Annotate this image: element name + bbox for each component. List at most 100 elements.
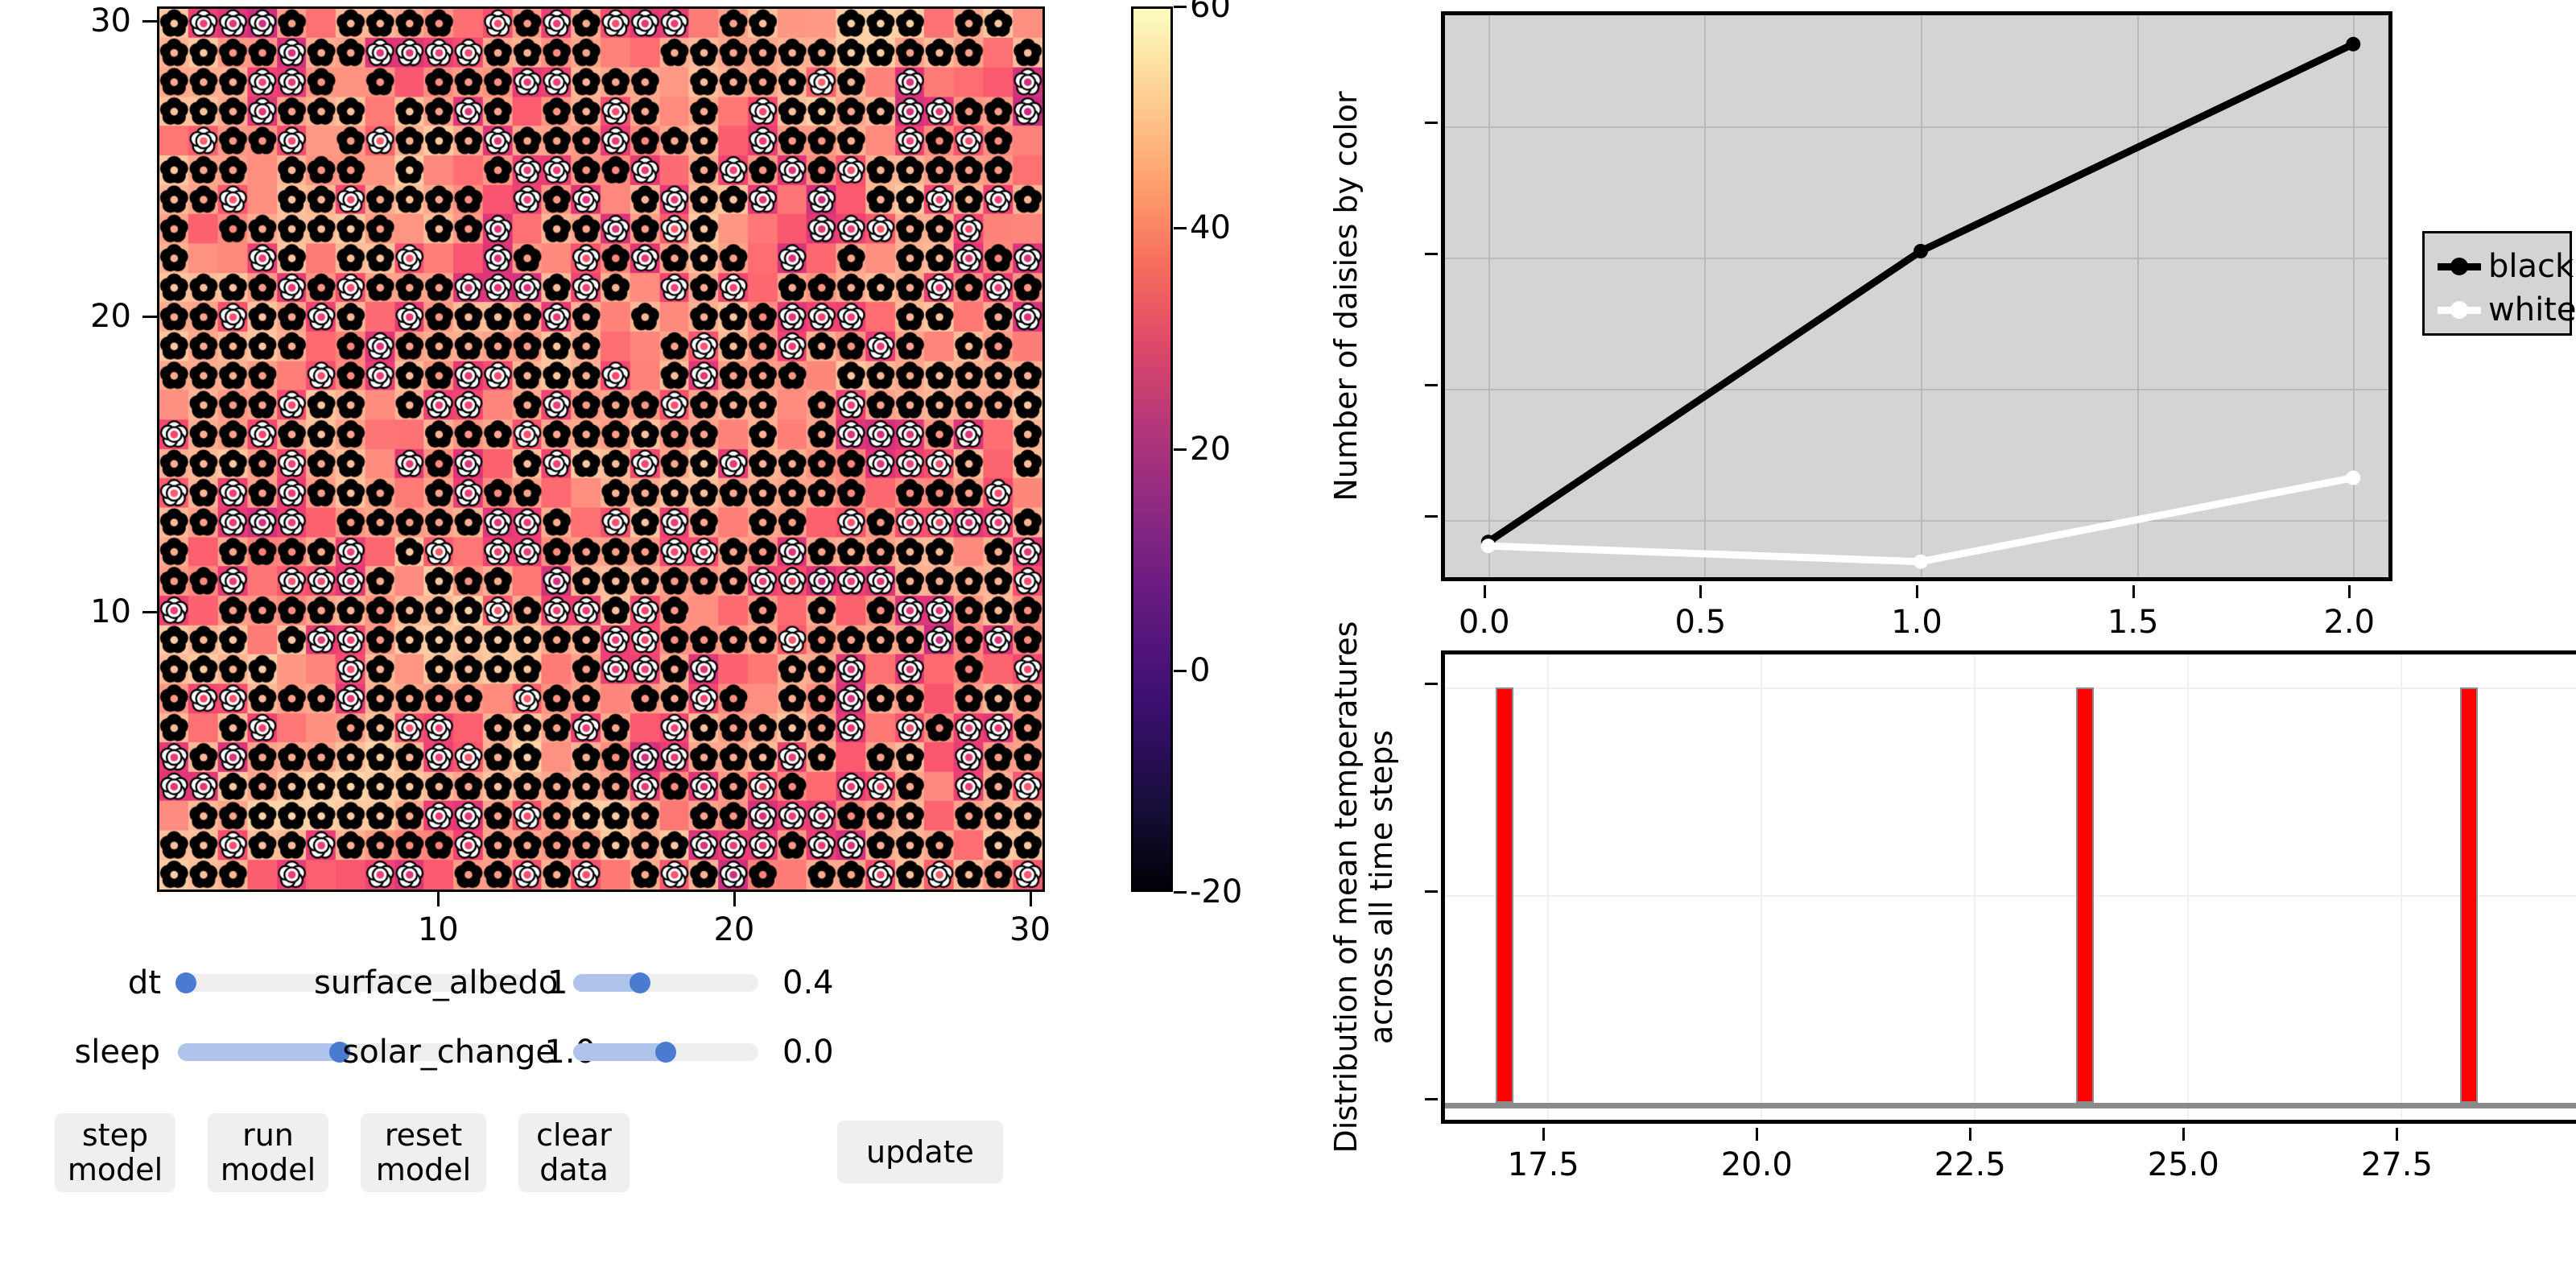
colorbar-tick-20: [1174, 448, 1187, 451]
bar-23.8: [2076, 687, 2095, 1104]
grid-x-tick-label-10: 10: [417, 911, 459, 948]
legend-marker-white: [2450, 301, 2468, 319]
colorbar-tick-40: [1174, 227, 1187, 229]
legend-label-white: white: [2488, 291, 2576, 328]
line-marker-black-1: [1913, 243, 1928, 258]
daisyworld-grid-plot[interactable]: [157, 6, 1045, 892]
line-y-tick-500: [1425, 122, 1438, 125]
clear-data-button-label: clear data: [536, 1117, 612, 1187]
grid-y-tick-20: [142, 316, 157, 318]
line-series-white: [1484, 474, 2357, 566]
line-x-tick-label-1.0: 1.0: [1891, 604, 1942, 641]
update-button-label: update: [866, 1133, 974, 1170]
bar-gridline-y-0.5: [1445, 895, 2576, 898]
bar-y-axis-title-line-0: Distribution of mean temperatures: [1328, 621, 1364, 1154]
bar-gridline-x-27.5: [2401, 654, 2403, 1120]
clear-data-button[interactable]: clear data: [518, 1113, 630, 1192]
line-y-axis-title: Number of daisies by color: [1328, 91, 1364, 502]
line-x-tick-label-0.5: 0.5: [1674, 604, 1727, 641]
bar-x-tick-22.5: [1969, 1128, 1972, 1141]
colorbar-tick-label-40: 40: [1190, 209, 1231, 246]
daisies-line-series: [1480, 36, 2361, 569]
slider-track-solar-change[interactable]: [573, 1042, 758, 1063]
line-x-tick-1.0: [1916, 585, 1918, 598]
grid-y-tick-label-10: 10: [90, 592, 131, 630]
colorbar-tick-labels: -20 0 20 40 60: [1174, 0, 1286, 910]
bar-y-tick-1.0: [1425, 683, 1438, 686]
line-y-tick-300: [1425, 383, 1438, 386]
reset-model-button[interactable]: reset model: [361, 1113, 486, 1192]
legend-label-black: black: [2488, 248, 2574, 285]
slider-fill-solar-change: [573, 1043, 666, 1061]
slider-knob-dt[interactable]: [175, 972, 196, 993]
grid-x-tick-label-20: 20: [713, 911, 755, 948]
bar-gridline-y-1.0: [1445, 687, 2576, 690]
bar-x-tick-17.5: [1542, 1128, 1546, 1141]
bar-x-tick-label-22.5: 22.5: [1934, 1146, 2006, 1183]
bar-y-tick-0.0: [1425, 1098, 1438, 1101]
legend-entry-white[interactable]: white: [2438, 291, 2576, 328]
slider-value-surface-albedo: 0.4: [782, 964, 834, 1001]
bar-x-tick-label-25.0: 25.0: [2147, 1146, 2219, 1183]
bar-17.0: [1496, 687, 1514, 1104]
colorbar-tick--20: [1174, 891, 1187, 894]
colorbar-tick-label-20: 20: [1190, 431, 1231, 468]
daisyworld-grid-canvas[interactable]: [159, 9, 1042, 890]
grid-y-tick-label-30: 30: [90, 2, 131, 40]
grid-x-tick-30: [1029, 892, 1032, 906]
bar-x-tick-label-20.0: 20.0: [1720, 1146, 1793, 1183]
slider-knob-solar-change[interactable]: [655, 1042, 676, 1063]
bar-baseline: [1445, 1103, 2576, 1109]
line-x-tick-0.0: [1483, 585, 1486, 598]
step-model-button[interactable]: step model: [55, 1113, 175, 1192]
grid-x-tick-10: [437, 892, 440, 906]
update-button[interactable]: update: [837, 1121, 1003, 1183]
legend-entry-black[interactable]: black: [2438, 248, 2574, 285]
slider-label-surface-albedo: surface_albedo: [314, 964, 559, 1001]
bar-gridline-x-25.0: [2187, 654, 2190, 1120]
colorbar-tick-label-60: 60: [1190, 0, 1231, 25]
line-marker-white-2: [2346, 470, 2361, 485]
legend-line-white: [2438, 301, 2481, 319]
run-model-button[interactable]: run model: [208, 1113, 328, 1192]
slider-label-solar-change: solar_change: [342, 1034, 555, 1071]
colorbar-tick-label-0: 0: [1190, 652, 1211, 689]
chart-legend[interactable]: black white: [2422, 231, 2576, 336]
legend-marker-black: [2450, 258, 2468, 275]
grid-y-tick-label-20: 20: [90, 298, 131, 335]
grid-y-tick-10: [142, 610, 157, 613]
grid-x-tick-label-30: 30: [1009, 911, 1051, 948]
line-x-tick-label-1.5: 1.5: [2107, 604, 2159, 641]
line-x-tick-0.5: [1699, 585, 1703, 598]
line-x-tick-2.0: [2348, 585, 2351, 598]
line-y-tick-200: [1425, 514, 1438, 518]
line-marker-black-2: [2346, 36, 2361, 52]
grid-y-axis: 10 20 30: [0, 0, 157, 898]
bar-x-tick-label-27.5: 27.5: [2360, 1146, 2433, 1183]
line-x-tick-1.5: [2132, 585, 2135, 598]
slider-value-solar-change: 0.0: [782, 1034, 834, 1071]
colorbar-tick-label--20: -20: [1190, 873, 1243, 910]
line-marker-white-1: [1913, 554, 1928, 569]
line-series-black: [1484, 40, 2357, 546]
legend-line-black: [2438, 258, 2481, 275]
run-model-button-label: run model: [220, 1117, 316, 1187]
daisies-by-color-plot-area[interactable]: [1441, 11, 2392, 581]
bar-gridline-x-22.5: [1974, 654, 1976, 1120]
slider-row-surface-albedo[interactable]: surface_albedo 0.4: [314, 963, 910, 1003]
bar-y-tick-0.5: [1425, 890, 1438, 894]
slider-knob-surface-albedo[interactable]: [629, 972, 650, 993]
bar-y-axis-title-line-1: across all time steps: [1364, 729, 1399, 1045]
colorbar-tick-0: [1174, 670, 1187, 672]
slider-track-surface-albedo[interactable]: [573, 972, 758, 993]
mean-temperature-histogram-plot-area[interactable]: [1441, 650, 2576, 1124]
slider-row-solar-change[interactable]: solar_change 0.0: [314, 1032, 910, 1072]
bar-x-tick-25.0: [2182, 1128, 2186, 1141]
bar-28.3: [2460, 687, 2479, 1104]
temperature-colorbar: [1131, 6, 1173, 892]
bar-x-tick-27.5: [2396, 1128, 2399, 1141]
line-x-tick-label-2.0: 2.0: [2323, 604, 2376, 641]
bar-gridline-x-17.5: [1547, 654, 1550, 1120]
slider-label-sleep: sleep: [74, 1034, 161, 1071]
line-y-tick-400: [1425, 253, 1438, 256]
